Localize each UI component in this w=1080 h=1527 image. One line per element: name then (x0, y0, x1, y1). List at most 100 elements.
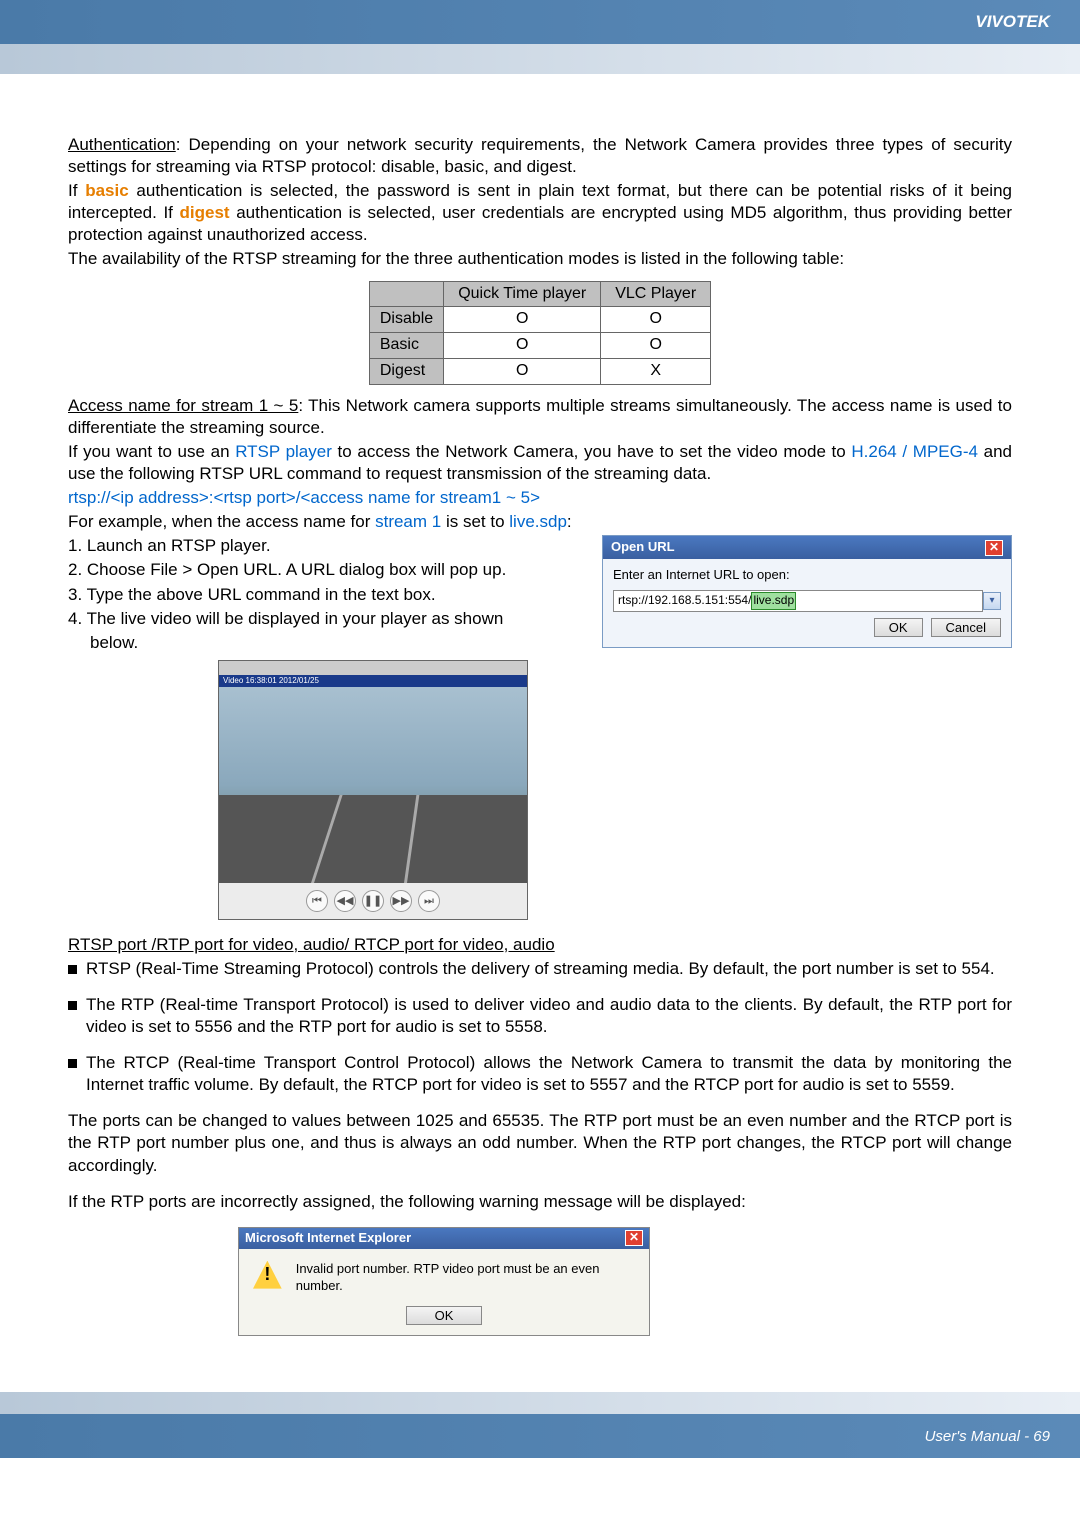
rtsp-bullets: RTSP (Real-Time Streaming Protocol) cont… (68, 958, 1012, 1096)
row-vlc: O (601, 307, 711, 333)
ex-b: is set to (441, 512, 509, 531)
previous-icon[interactable]: ⏮ (306, 890, 328, 912)
error-dialog: Microsoft Internet Explorer ✕ ! Invalid … (238, 1227, 650, 1337)
auth-para-2: If basic authentication is selected, the… (68, 180, 1012, 246)
list-item: The RTP (Real-time Transport Protocol) i… (68, 994, 1012, 1038)
dialog-body: Enter an Internet URL to open: rtsp://19… (603, 559, 1011, 646)
warning-icon: ! (253, 1261, 282, 1289)
close-icon[interactable]: ✕ (625, 1230, 643, 1246)
row-vlc: X (601, 358, 711, 384)
step-1: 1. Launch an RTSP player. (68, 535, 590, 557)
access-heading: Access name for stream 1 ~ 5 (68, 396, 298, 415)
row-label: Digest (369, 358, 443, 384)
bullet-1: RTSP (Real-Time Streaming Protocol) cont… (86, 958, 995, 980)
player-controls: ⏮ ◀◀ ❚❚ ▶▶ ⏭ (219, 883, 527, 919)
player-video-view (219, 687, 527, 883)
access-text-2a: If you want to use an (68, 442, 235, 461)
dialog-label: Enter an Internet URL to open: (613, 567, 1001, 584)
bullet-2: The RTP (Real-time Transport Protocol) i… (86, 994, 1012, 1038)
rtsp-ports-heading: RTSP port /RTP port for video, audio/ RT… (68, 934, 1012, 956)
list-item: The RTCP (Real-time Transport Control Pr… (68, 1052, 1012, 1096)
page-content: Authentication: Depending on your networ… (0, 74, 1080, 1392)
ex-sdp: live.sdp (509, 512, 567, 531)
step-2: 2. Choose File > Open URL. A URL dialog … (68, 559, 590, 581)
dialog-titlebar: Open URL ✕ (603, 536, 1011, 559)
url-highlight: live.sdp (751, 592, 796, 610)
bullet-icon (68, 1001, 77, 1010)
access-example: For example, when the access name for st… (68, 511, 1012, 533)
instructions-list: 1. Launch an RTSP player. 2. Choose File… (68, 535, 590, 655)
error-message: Invalid port number. RTP video port must… (296, 1261, 635, 1295)
auth-table-wrap: Quick Time player VLC Player Disable O O… (68, 281, 1012, 385)
player-top-bar (219, 661, 527, 675)
error-title-text: Microsoft Internet Explorer (245, 1230, 411, 1247)
rewind-icon[interactable]: ◀◀ (334, 890, 356, 912)
ex-c: : (567, 512, 572, 531)
table-row: Basic O O (369, 333, 710, 359)
footer-text: User's Manual - 69 (925, 1428, 1050, 1445)
dialog-buttons: OK Cancel (613, 618, 1001, 637)
ok-button[interactable]: OK (406, 1306, 483, 1325)
sub-footer-stripe (0, 1392, 1080, 1414)
auth-para-3: The availability of the RTSP streaming f… (68, 248, 1012, 270)
error-button-row: OK (239, 1306, 649, 1335)
dialog-title-text: Open URL (611, 539, 675, 556)
ex-a: For example, when the access name for (68, 512, 375, 531)
auth-para-1: Authentication: Depending on your networ… (68, 134, 1012, 178)
step-3: 3. Type the above URL command in the tex… (68, 584, 590, 606)
dropdown-icon[interactable]: ▾ (983, 592, 1001, 610)
list-item: RTSP (Real-Time Streaming Protocol) cont… (68, 958, 1012, 980)
video-road-graphic (219, 795, 527, 883)
row-qt: O (444, 307, 601, 333)
player-timestamp-bar: Video 16:38:01 2012/01/25 (219, 675, 527, 687)
auth-intro-2a: If (68, 181, 85, 200)
access-codec: H.264 / MPEG-4 (851, 442, 978, 461)
auth-table: Quick Time player VLC Player Disable O O… (369, 281, 711, 385)
open-url-dialog: Open URL ✕ Enter an Internet URL to open… (602, 535, 1012, 647)
sub-header-stripe (0, 44, 1080, 74)
access-para-1: Access name for stream 1 ~ 5: This Netwo… (68, 395, 1012, 439)
auth-digest: digest (180, 203, 230, 222)
table-row: Disable O O (369, 307, 710, 333)
auth-intro-1: : Depending on your network security req… (68, 135, 1012, 176)
table-header-qt: Quick Time player (444, 281, 601, 307)
access-url: rtsp://<ip address>:<rtsp port>/<access … (68, 487, 1012, 509)
next-icon[interactable]: ⏭ (418, 890, 440, 912)
pause-icon[interactable]: ❚❚ (362, 890, 384, 912)
instructions-row: 1. Launch an RTSP player. 2. Choose File… (68, 535, 1012, 655)
auth-basic: basic (85, 181, 128, 200)
ok-button[interactable]: OK (874, 618, 923, 637)
url-pre: rtsp://192.168.5.151:554/ (618, 593, 751, 607)
error-titlebar: Microsoft Internet Explorer ✕ (239, 1228, 649, 1249)
brand-text: VIVOTEK (975, 12, 1050, 32)
access-rtsp-player: RTSP player (235, 442, 332, 461)
page-header: VIVOTEK (0, 0, 1080, 44)
access-text-2b: to access the Network Camera, you have t… (332, 442, 852, 461)
row-qt: O (444, 358, 601, 384)
rtsp-p5: If the RTP ports are incorrectly assigne… (68, 1191, 1012, 1213)
dialog-input-row: rtsp://192.168.5.151:554/live.sdp ▾ (613, 590, 1001, 612)
row-vlc: O (601, 333, 711, 359)
row-qt: O (444, 333, 601, 359)
step-4b: below. (68, 632, 590, 654)
ex-stream: stream 1 (375, 512, 441, 531)
bullet-icon (68, 965, 77, 974)
url-input[interactable]: rtsp://192.168.5.151:554/live.sdp (613, 590, 983, 612)
bullet-3: The RTCP (Real-time Transport Control Pr… (86, 1052, 1012, 1096)
row-label: Disable (369, 307, 443, 333)
auth-heading: Authentication (68, 135, 176, 154)
forward-icon[interactable]: ▶▶ (390, 890, 412, 912)
cancel-button[interactable]: Cancel (931, 618, 1001, 637)
close-icon[interactable]: ✕ (985, 540, 1003, 556)
access-para-2: If you want to use an RTSP player to acc… (68, 441, 1012, 485)
video-player-screenshot: Video 16:38:01 2012/01/25 ⏮ ◀◀ ❚❚ ▶▶ ⏭ (218, 660, 528, 920)
table-header-empty (369, 281, 443, 307)
page-footer: User's Manual - 69 (0, 1414, 1080, 1458)
row-label: Basic (369, 333, 443, 359)
table-header-row: Quick Time player VLC Player (369, 281, 710, 307)
table-header-vlc: VLC Player (601, 281, 711, 307)
rtsp-p4: The ports can be changed to values betwe… (68, 1110, 1012, 1176)
step-4: 4. The live video will be displayed in y… (68, 608, 590, 630)
bullet-icon (68, 1059, 77, 1068)
error-body: ! Invalid port number. RTP video port mu… (239, 1249, 649, 1307)
